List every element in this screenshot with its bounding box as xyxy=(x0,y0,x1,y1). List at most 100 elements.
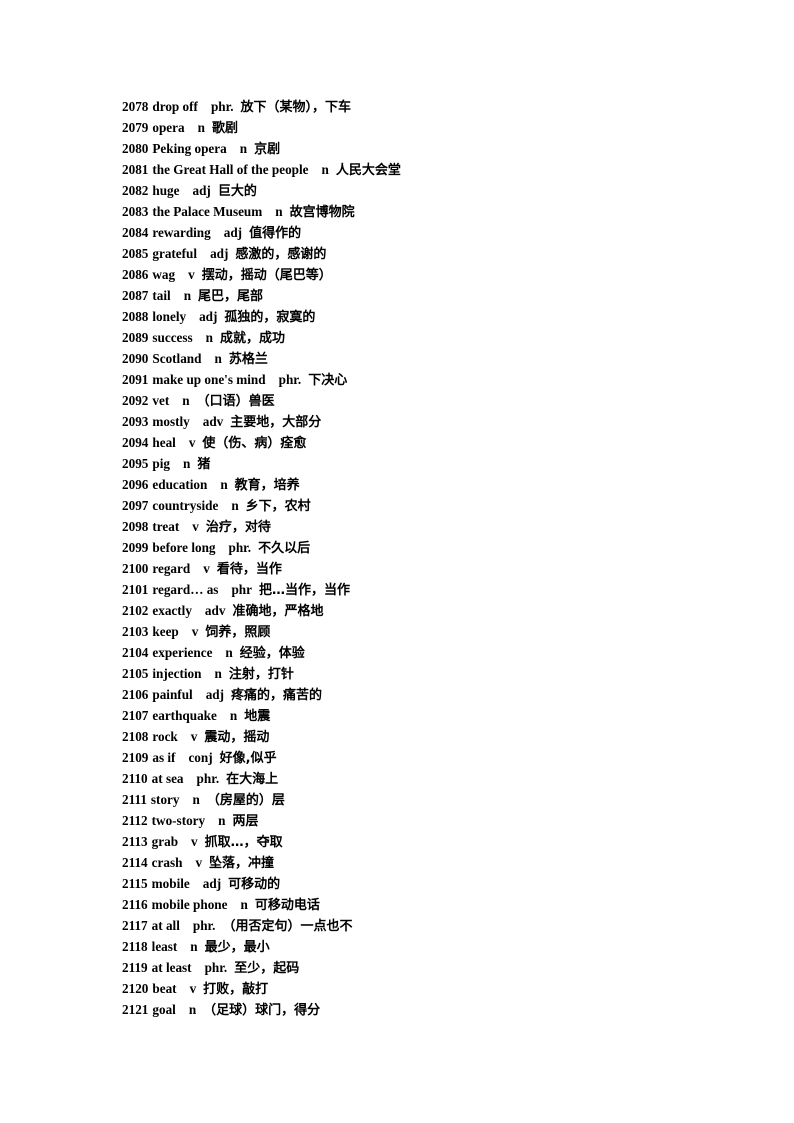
entry-part-of-speech: n xyxy=(182,393,190,408)
entry-part-of-speech: v xyxy=(189,981,197,996)
entry-definition: 饲养，照顾 xyxy=(205,625,271,640)
entry-index: 2109 xyxy=(122,750,149,765)
entry-definition: 放下（某物），下车 xyxy=(240,100,352,115)
entry-definition: 在大海上 xyxy=(226,772,279,787)
entry-term: at sea xyxy=(151,771,184,786)
entry-index: 2084 xyxy=(122,225,149,240)
entry-part-of-speech: n xyxy=(218,813,226,828)
entry-index: 2112 xyxy=(122,813,148,828)
entry-part-of-speech: v xyxy=(191,834,198,849)
entry-definition: 看待，当作 xyxy=(216,562,282,577)
vocabulary-entry: 2105 injection n 注射，打针 xyxy=(122,663,722,684)
entry-index: 2095 xyxy=(122,456,149,471)
entry-index: 2079 xyxy=(122,120,149,135)
entry-part-of-speech: phr. xyxy=(228,540,252,555)
entry-index: 2108 xyxy=(122,729,149,744)
entry-term: goal xyxy=(152,1002,176,1017)
entry-definition: 摆动，摇动（尾巴等） xyxy=(201,268,332,283)
entry-term: story xyxy=(150,792,180,807)
entry-part-of-speech: n xyxy=(214,666,222,681)
entry-definition: 疼痛的，痛苦的 xyxy=(231,688,323,703)
entry-part-of-speech: adv xyxy=(202,414,224,429)
vocabulary-entry: 2106 painful adj 疼痛的，痛苦的 xyxy=(122,684,722,705)
vocabulary-entry: 2098 treat v 治疗，对待 xyxy=(122,516,722,537)
entry-part-of-speech: n xyxy=(192,792,200,807)
entry-term: mobile xyxy=(151,876,190,891)
entry-part-of-speech: adv xyxy=(204,603,226,618)
entry-term: treat xyxy=(152,519,180,534)
entry-part-of-speech: adj xyxy=(192,183,211,198)
vocabulary-word-list: 2078 drop off phr. 放下（某物），下车 2079 opera n 歌剧 208… xyxy=(122,96,722,1020)
entry-term: mobile phone xyxy=(151,897,228,912)
vocabulary-entry: 2083 the Palace Museum n 故宫博物院 xyxy=(122,201,722,222)
entry-definition: 猪 xyxy=(197,457,211,472)
vocabulary-entry: 2118 least n 最少，最小 xyxy=(122,936,722,957)
entry-definition: 乡下，农村 xyxy=(245,499,311,514)
entry-definition: 京剧 xyxy=(254,142,281,157)
entry-part-of-speech: phr. xyxy=(204,960,228,975)
entry-index: 2116 xyxy=(122,897,148,912)
vocabulary-entry: 2079 opera n 歌剧 xyxy=(122,117,722,138)
entry-term: huge xyxy=(152,183,180,198)
entry-term: Scotland xyxy=(152,351,202,366)
entry-part-of-speech: n xyxy=(214,351,222,366)
entry-part-of-speech: v xyxy=(195,855,203,870)
entry-definition: 打败，敲打 xyxy=(203,982,269,997)
entry-index: 2118 xyxy=(122,939,148,954)
entry-index: 2114 xyxy=(122,855,148,870)
entry-definition: （口语）兽医 xyxy=(196,394,275,409)
document-page: 2078 drop off phr. 放下（某物），下车 2079 opera n 歌剧 208… xyxy=(0,0,794,1123)
entry-term: mostly xyxy=(152,414,190,429)
entry-definition: 苏格兰 xyxy=(228,352,268,367)
entry-term: tail xyxy=(152,288,171,303)
entry-definition: 经验，体验 xyxy=(239,646,305,661)
vocabulary-entry: 2084 rewarding adj 值得作的 xyxy=(122,222,722,243)
entry-term: the Palace Museum xyxy=(152,204,263,219)
entry-definition: 地震 xyxy=(244,709,271,724)
entry-term: education xyxy=(152,477,208,492)
vocabulary-entry: 2092 vet n （口语）兽医 xyxy=(122,390,722,411)
entry-definition: 值得作的 xyxy=(249,226,302,241)
entry-term: opera xyxy=(152,120,185,135)
vocabulary-entry: 2093 mostly adv 主要地，大部分 xyxy=(122,411,722,432)
entry-part-of-speech: phr. xyxy=(210,99,234,114)
entry-part-of-speech: n xyxy=(190,939,198,954)
vocabulary-entry: 2081 the Great Hall of the people n 人民大会堂 xyxy=(122,159,722,180)
entry-term: at least xyxy=(151,960,192,975)
entry-part-of-speech: n xyxy=(231,498,239,513)
entry-term: as if xyxy=(152,750,176,765)
entry-index: 2100 xyxy=(122,561,149,576)
vocabulary-entry: 2112 two-story n 两层 xyxy=(122,810,722,831)
entry-part-of-speech: v xyxy=(203,561,210,576)
entry-definition: 故宫博物院 xyxy=(289,205,355,220)
entry-definition: 可移动电话 xyxy=(254,898,320,913)
entry-term: painful xyxy=(152,687,193,702)
entry-term: keep xyxy=(152,624,179,639)
entry-part-of-speech: n xyxy=(205,330,214,345)
vocabulary-entry: 2096 education n 教育，培养 xyxy=(122,474,722,495)
entry-definition: 使（伤、病）痊愈 xyxy=(202,436,307,451)
vocabulary-entry: 2119 at least phr. 至少，起码 xyxy=(122,957,722,978)
entry-index: 2105 xyxy=(122,666,149,681)
vocabulary-entry: 2111 story n （房屋的）层 xyxy=(122,789,722,810)
vocabulary-entry: 2078 drop off phr. 放下（某物），下车 xyxy=(122,96,722,117)
entry-term: drop off xyxy=(152,99,198,114)
entry-part-of-speech: n xyxy=(240,897,248,912)
entry-term: two-story xyxy=(151,813,206,828)
entry-definition: 抓取…，夺取 xyxy=(204,835,283,850)
entry-index: 2093 xyxy=(122,414,149,429)
entry-index: 2082 xyxy=(122,183,149,198)
entry-index: 2083 xyxy=(122,204,149,219)
entry-index: 2107 xyxy=(122,708,149,723)
entry-index: 2087 xyxy=(122,288,149,303)
entry-term: wag xyxy=(152,267,176,282)
entry-term: exactly xyxy=(152,603,192,618)
vocabulary-entry: 2117 at all phr. （用否定句）一点也不 xyxy=(122,915,722,936)
entry-definition: 准确地，严格地 xyxy=(232,604,324,619)
entry-index: 2113 xyxy=(122,834,148,849)
entry-index: 2099 xyxy=(122,540,149,555)
entry-part-of-speech: phr. xyxy=(278,372,302,387)
entry-term: least xyxy=(151,939,178,954)
entry-part-of-speech: adj xyxy=(223,225,243,240)
entry-definition: 把…当作，当作 xyxy=(258,583,350,598)
